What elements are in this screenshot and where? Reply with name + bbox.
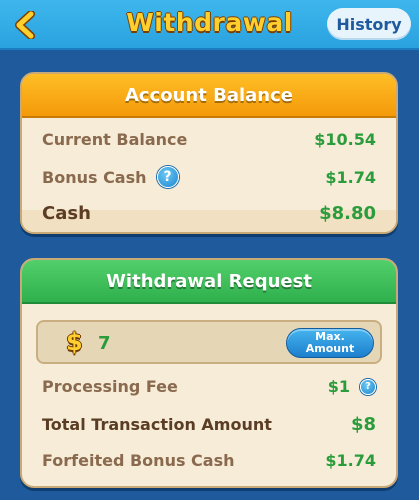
history-button[interactable]: History (327, 8, 411, 40)
help-icon[interactable]: ? (360, 378, 376, 395)
total-transaction-value: $8 (350, 414, 376, 435)
bonus-cash-row: Bonus Cash ? $1.74 (42, 166, 376, 188)
processing-fee-value-group: $1 ? (328, 377, 376, 396)
current-balance-row: Current Balance $10.54 (42, 130, 376, 149)
cash-label: Cash (42, 203, 91, 224)
withdrawal-request-card: Withdrawal Request $ Max. Amount Process… (20, 258, 398, 488)
total-transaction-row: Total Transaction Amount $8 (42, 414, 376, 435)
account-balance-header: Account Balance (22, 74, 396, 118)
forfeited-bonus-label: Forfeited Bonus Cash (42, 451, 235, 470)
account-balance-card: Account Balance Current Balance $10.54 B… (20, 72, 398, 234)
bonus-cash-label-group: Bonus Cash ? (42, 166, 179, 188)
top-bar: Withdrawal History (0, 0, 419, 50)
help-icon[interactable]: ? (156, 166, 179, 188)
forfeited-bonus-row: Forfeited Bonus Cash $1.74 (42, 451, 376, 470)
processing-fee-value: $1 (327, 377, 350, 396)
bonus-cash-value: $1.74 (325, 167, 376, 187)
withdrawal-request-header: Withdrawal Request (22, 260, 396, 304)
current-balance-value: $10.54 (314, 130, 376, 149)
forfeited-bonus-value: $1.74 (325, 451, 376, 470)
max-amount-button[interactable]: Max. Amount (286, 328, 374, 358)
amount-input[interactable] (98, 330, 278, 356)
current-balance-label: Current Balance (42, 130, 188, 149)
dollar-icon: $ (66, 328, 83, 356)
processing-fee-row: Processing Fee $1 ? (42, 377, 376, 396)
total-transaction-label: Total Transaction Amount (42, 415, 272, 434)
cash-value: $8.80 (319, 203, 376, 224)
bonus-cash-label: Bonus Cash (42, 167, 147, 187)
amount-field: $ Max. Amount (36, 320, 382, 364)
processing-fee-label: Processing Fee (42, 377, 178, 396)
max-amount-label-line2: Amount (305, 342, 355, 355)
cash-row: Cash $8.80 (42, 203, 376, 224)
